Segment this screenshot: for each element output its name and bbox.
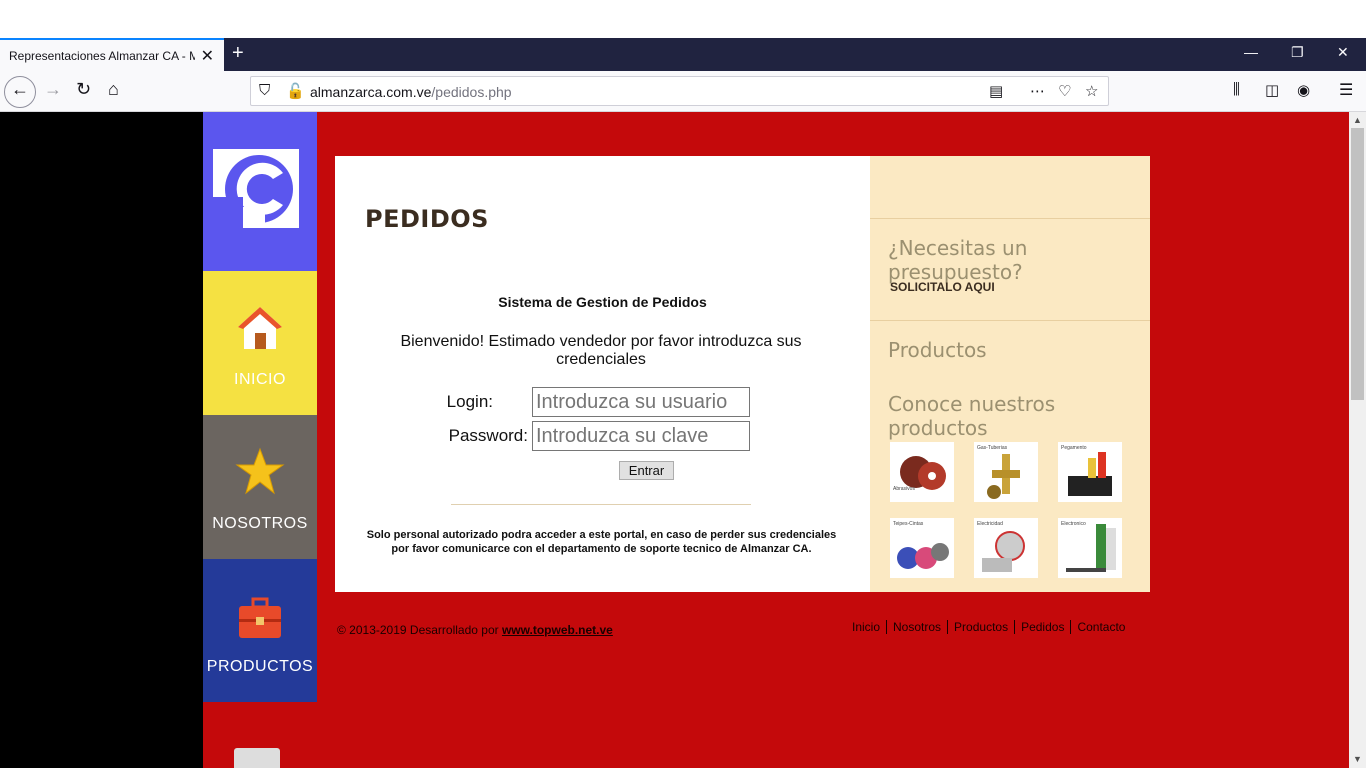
home-icon[interactable]: ⌂ [108,79,119,100]
url-text[interactable]: almanzarca.com.ve/pedidos.php [310,84,512,100]
briefcase-icon [239,597,281,638]
nav-products[interactable]: PRODUCTOS [203,559,317,702]
footer-link-inicio[interactable]: Inicio [852,620,888,634]
page-scrollbar[interactable]: ▲ ▼ [1349,112,1366,768]
products-subheading: Conoce nuestros productos [888,392,1056,440]
product-thumb-teipes[interactable]: Teipes-Cintas [890,518,954,578]
back-arrow-icon[interactable]: ← [11,79,29,100]
footer-nav: Inicio Nosotros Productos Pedidos Contac… [852,620,1131,634]
pocket-icon[interactable]: ♡ [1058,82,1071,100]
more-actions-icon[interactable]: ⋯ [1030,82,1045,100]
scroll-thumb[interactable] [1351,128,1364,400]
restore-icon[interactable]: ❐ [1291,44,1304,61]
product-thumb-abrasivos[interactable]: Abrasivos [890,442,954,502]
nav-about-label: NOSOTROS [212,515,308,532]
account-icon[interactable]: ◉ [1297,81,1310,99]
menu-icon[interactable]: ☰ [1339,80,1353,100]
star-icon [235,447,285,495]
nav-home-label: INICIO [234,371,286,388]
password-input[interactable] [532,421,750,451]
welcome-text: Bienvenido! Estimado vendedor por favor … [400,333,802,368]
nav-products-label: PRODUCTOS [206,658,314,675]
logo-mark [213,149,299,228]
product-thumb-gas[interactable]: Gas-Tuberias [974,442,1038,502]
insecure-lock-icon[interactable]: 🔓 [286,82,305,100]
footer-link-contacto[interactable]: Contacto [1071,620,1131,634]
product-thumb-electronico[interactable]: Electronico [1058,518,1122,578]
divider [451,504,751,505]
shield-icon[interactable]: ⛉ [259,82,270,99]
reader-view-icon[interactable]: ▤ [989,82,1003,100]
scroll-up-icon[interactable]: ▲ [1353,115,1362,125]
footer-link-pedidos[interactable]: Pedidos [1015,620,1072,634]
sidebar-toggle-icon[interactable]: ◫ [1265,81,1279,99]
right-panel: ¿Necesitas un presupuesto? SOLICITALO AQ… [870,156,1150,592]
product-thumb-electricidad[interactable]: Electricidad [974,518,1038,578]
web-page: INICIO NOSOTROS PRODUCTOS PEDIDOS Sistem… [0,112,1366,768]
bookmark-star-icon[interactable]: ☆ [1085,82,1098,100]
login-label: Login: [446,392,493,411]
contact-icon[interactable] [234,748,280,768]
browser-tab[interactable]: Representaciones Almanzar CA - M ✕ [0,38,224,72]
system-title: Sistema de Gestion de Pedidos [498,294,707,310]
reload-icon[interactable]: ↻ [76,79,91,100]
tab-close-icon[interactable]: ✕ [201,46,214,66]
page-title: PEDIDOS [365,205,489,233]
tab-title: Representaciones Almanzar CA - M [9,49,195,63]
left-background-lower [0,702,195,768]
new-tab-icon[interactable]: + [232,42,244,65]
login-input[interactable] [532,387,750,417]
footer-link-productos[interactable]: Productos [948,620,1016,634]
scroll-down-icon[interactable]: ▼ [1353,754,1362,764]
developer-link[interactable]: www.topweb.net.ve [502,623,613,637]
login-row: Login: [335,387,870,417]
footer-copyright: © 2013-2019 Desarrollado por www.topweb.… [337,623,613,637]
house-icon [238,307,282,349]
library-icon[interactable]: ⫼ [1233,81,1240,98]
password-label: Password: [448,426,528,445]
product-thumb-pegamento[interactable]: Pegamento [1058,442,1122,502]
browser-titlebar: Representaciones Almanzar CA - M ✕ + — ❐… [0,38,1366,72]
budget-heading: ¿Necesitas un presupuesto? [888,236,1028,284]
products-heading: Productos [888,338,987,362]
notice-text: Solo personal autorizado podra acceder a… [366,529,837,555]
nav-about[interactable]: NOSOTROS [203,415,317,559]
nav-home[interactable]: INICIO [203,271,317,415]
panel-divider [870,320,1150,321]
login-panel: PEDIDOS Sistema de Gestion de Pedidos Bi… [335,156,870,592]
site-sidebar: INICIO NOSOTROS PRODUCTOS [203,112,317,702]
panel-divider [870,218,1150,219]
budget-link[interactable]: SOLICITALO AQUI [890,280,995,294]
footer-link-nosotros[interactable]: Nosotros [887,620,949,634]
forward-arrow-icon[interactable]: → [44,79,62,100]
password-row: Password: [335,421,870,451]
minimize-icon[interactable]: — [1244,44,1258,60]
browser-navbar: ← → ↻ ⌂ ⛉ 🔓 almanzarca.com.ve/pedidos.ph… [0,71,1366,112]
site-logo[interactable] [203,112,317,271]
url-bar[interactable]: ⛉ 🔓 almanzarca.com.ve/pedidos.php ▤ ⋯ ♡ … [250,76,1109,106]
left-background [0,112,203,768]
submit-button[interactable]: Entrar [619,461,674,480]
close-window-icon[interactable]: ✕ [1337,44,1349,61]
